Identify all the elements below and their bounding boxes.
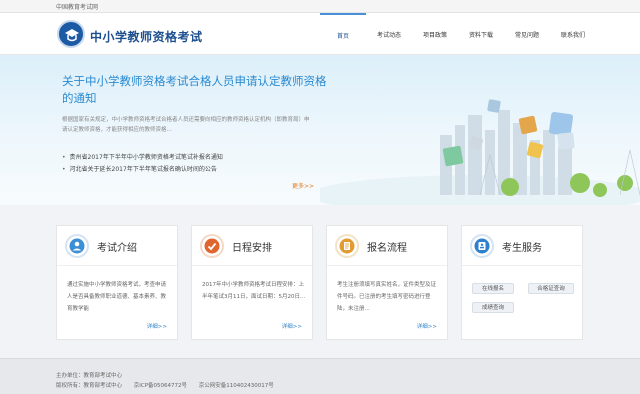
header: 中小学教师资格考试 首页 考试动态 项目政策 资料下载 常见问题 联系我们 xyxy=(0,13,640,55)
person-icon xyxy=(65,234,89,258)
footer-icp[interactable]: 京ICP备05064772号 xyxy=(134,383,187,389)
main-nav: 首页 考试动态 项目政策 资料下载 常见问题 联系我们 xyxy=(320,13,596,55)
online-registration-button[interactable]: 在线报名 xyxy=(472,283,514,294)
nav-item-downloads[interactable]: 资料下载 xyxy=(458,13,504,55)
top-bar: 中国教育考试网 xyxy=(0,0,640,13)
card-body: 通过实施中小学教师资格考试，考查申请人是否具备教师职业道德、基本素养、教育教学能 xyxy=(67,282,167,312)
card-title: 日程安排 xyxy=(232,243,272,254)
nav-item-exam-news[interactable]: 考试动态 xyxy=(366,13,412,55)
id-card-icon xyxy=(470,234,494,258)
card-more-link[interactable]: 详细>> xyxy=(147,322,167,330)
card-candidate-service: 考生服务 在线报名 合格证查询 成绩查询 xyxy=(461,225,583,340)
card-more-link[interactable]: 详细>> xyxy=(282,322,302,330)
news-item[interactable]: 贵州省2017年下半年中小学教师资格考试笔试补报名通知 xyxy=(62,152,223,164)
card-title: 考试介绍 xyxy=(97,243,137,254)
hero-title[interactable]: 关于中小学教师资格考试合格人员申请认定教师资格的通知 xyxy=(62,73,332,107)
footer-text: 主办单位：教育部考试中心 xyxy=(56,373,123,379)
site-title[interactable]: 中小学教师资格考试 xyxy=(90,28,203,45)
top-bar-text[interactable]: 中国教育考试网 xyxy=(56,2,98,11)
document-icon xyxy=(335,234,359,258)
card-schedule: 日程安排 2017年中小学教师资格考试日程安排：上半年笔试3月11日，面试日期：… xyxy=(191,225,313,340)
card-title: 考生服务 xyxy=(502,243,542,254)
checkmark-icon xyxy=(200,234,224,258)
hero-description: 根据国家有关规定，中小学教师资格考试合格者人员还需要向相应的教师资格认定机构（即… xyxy=(62,117,310,133)
footer-copyright: 版权所有：教育部考试中心 京ICP备05064772号 京公网安备1104024… xyxy=(56,381,284,389)
nav-item-faq[interactable]: 常见问题 xyxy=(504,13,550,55)
card-row: 考试介绍 通过实施中小学教师资格考试，考查申请人是否具备教师职业道德、基本素养、… xyxy=(56,225,584,340)
certificate-query-button[interactable]: 合格证查询 xyxy=(528,283,574,294)
footer: 主办单位：教育部考试中心 版权所有：教育部考试中心 京ICP备05064772号… xyxy=(0,358,640,394)
news-list: 贵州省2017年下半年中小学教师资格考试笔试补报名通知 河北省关于延长2017年… xyxy=(62,152,223,176)
logo-icon[interactable] xyxy=(57,20,85,48)
nav-item-contact[interactable]: 联系我们 xyxy=(550,13,596,55)
footer-organizer: 主办单位：教育部考试中心 xyxy=(56,371,132,379)
city-scene-illustration xyxy=(320,99,640,205)
more-link[interactable]: 更多>> xyxy=(292,181,314,190)
card-exam-intro: 考试介绍 通过实施中小学教师资格考试，考查申请人是否具备教师职业道德、基本素养、… xyxy=(56,225,178,340)
nav-item-policy[interactable]: 项目政策 xyxy=(412,13,458,55)
hero-banner: 关于中小学教师资格考试合格人员申请认定教师资格的通知 根据国家有关规定，中小学教… xyxy=(0,55,640,205)
card-title: 报名流程 xyxy=(367,243,407,254)
card-body: 考生注册须填写真实姓名，证件类型及证件号码。已注册的考生填写密码进行登陆，未注册… xyxy=(337,282,437,312)
card-more-link[interactable]: 详细>> xyxy=(417,322,437,330)
footer-police-record[interactable]: 京公网安备110402430017号 xyxy=(199,383,274,389)
news-item[interactable]: 河北省关于延长2017年下半年笔试报名确认时间的公告 xyxy=(62,164,223,176)
footer-text: 版权所有：教育部考试中心 xyxy=(56,383,123,389)
score-query-button[interactable]: 成绩查询 xyxy=(472,302,514,313)
card-body: 2017年中小学教师资格考试日程安排：上半年笔试3月11日，面试日期：5月20日… xyxy=(202,282,306,300)
card-registration: 报名流程 考生注册须填写真实姓名，证件类型及证件号码。已注册的考生填写密码进行登… xyxy=(326,225,448,340)
nav-item-home[interactable]: 首页 xyxy=(320,13,366,55)
